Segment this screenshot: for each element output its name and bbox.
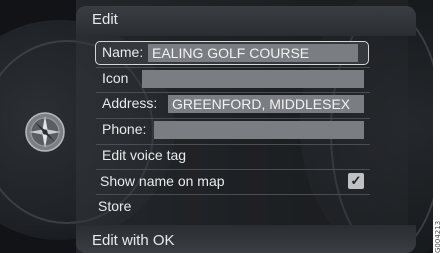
figure-code: G004213 (434, 220, 442, 253)
store-row[interactable]: Store (92, 196, 364, 218)
check-icon[interactable]: ✓ (348, 173, 364, 189)
phone-field[interactable] (154, 121, 364, 139)
navigation-screen: Edit Name: EALING GOLF COURSE Icon Addre… (0, 0, 433, 253)
icon-row[interactable]: Icon (96, 68, 368, 90)
icon-field[interactable] (142, 70, 364, 88)
compass-icon (24, 111, 66, 153)
address-field[interactable]: GREENFORD, MIDDLESEX (168, 95, 364, 113)
address-row[interactable]: Address: GREENFORD, MIDDLESEX (96, 93, 368, 115)
header-bar (76, 6, 416, 36)
edit-voice-tag-label: Edit voice tag (102, 147, 187, 163)
name-field[interactable]: EALING GOLF COURSE (148, 44, 358, 62)
header-title: Edit (92, 11, 118, 28)
show-name-on-map-label: Show name on map (100, 173, 225, 189)
name-label: Name: (102, 44, 144, 60)
name-row[interactable]: Name: EALING GOLF COURSE (95, 41, 369, 65)
icon-label: Icon (102, 70, 129, 86)
separator (96, 169, 370, 170)
separator (96, 194, 370, 195)
show-name-on-map-row[interactable]: Show name on map ✓ (94, 171, 370, 193)
edit-voice-tag-row[interactable]: Edit voice tag (96, 145, 368, 167)
address-label: Address: (102, 95, 158, 111)
footer-hint: Edit with OK (92, 232, 175, 249)
phone-label: Phone: (102, 121, 147, 137)
store-label: Store (98, 198, 132, 214)
phone-row[interactable]: Phone: (96, 119, 368, 141)
